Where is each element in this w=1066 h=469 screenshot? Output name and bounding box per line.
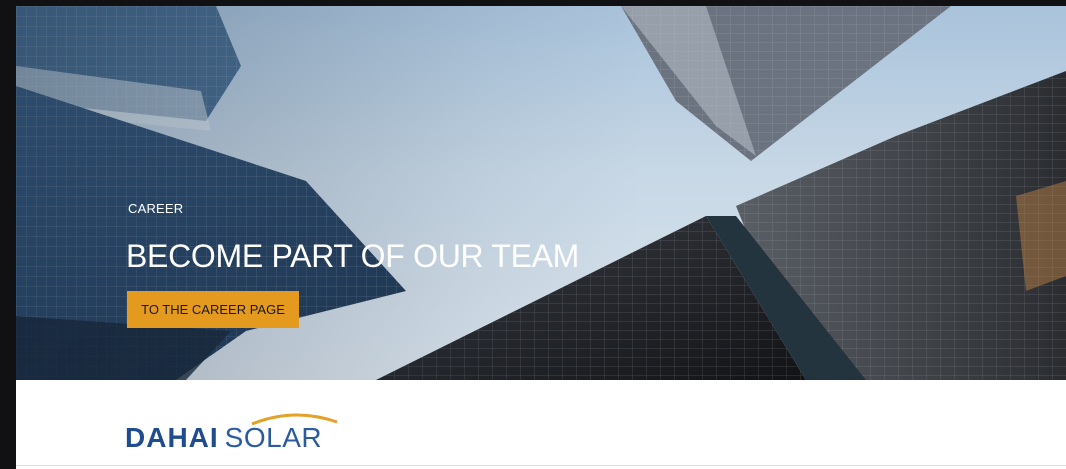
logo-name-light: SOLAR	[224, 422, 323, 453]
brand-strip: DAHAI SOLAR	[16, 380, 1066, 469]
career-eyebrow: CAREER	[128, 201, 184, 216]
hero-headline: BECOME PART OF OUR TEAM	[126, 238, 580, 274]
section-divider	[16, 465, 1066, 466]
logo-name-bold: DAHAI	[125, 422, 219, 453]
dahai-solar-logo[interactable]: DAHAI SOLAR	[124, 402, 354, 454]
page-frame: CAREER BECOME PART OF OUR TEAM TO THE CA…	[16, 6, 1066, 469]
career-page-button[interactable]: TO THE CAREER PAGE	[127, 291, 299, 328]
career-hero-banner: CAREER BECOME PART OF OUR TEAM TO THE CA…	[16, 6, 1066, 380]
logo-wordmark: DAHAI SOLAR	[125, 422, 322, 454]
